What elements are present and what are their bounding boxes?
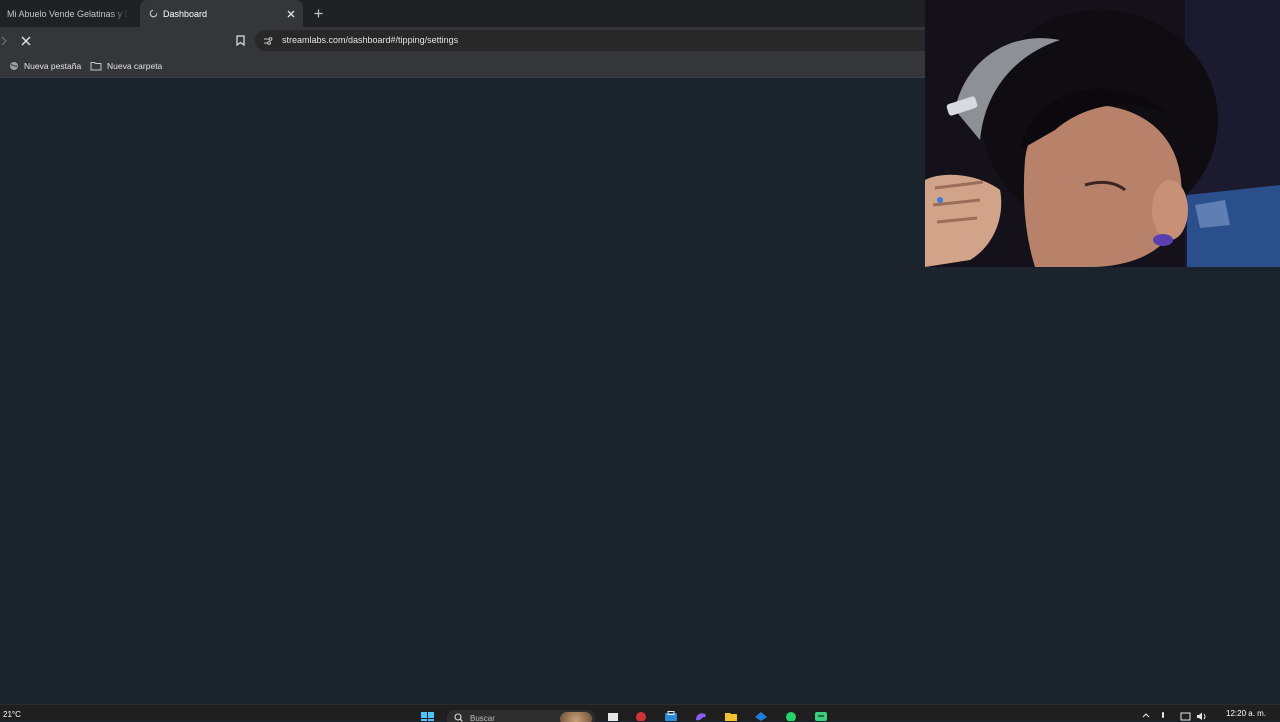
bookmark-label: Nueva carpeta: [107, 60, 163, 71]
search-icon: [454, 713, 463, 722]
close-tab-icon[interactable]: [284, 7, 297, 20]
webcam-overlay: [925, 0, 1280, 267]
bookmark-nueva-pestana[interactable]: Nueva pestaña: [9, 59, 81, 72]
tab-label: Mi Abuelo Vende Gelatinas y Dro: [7, 8, 129, 19]
bookmark-label: Nueva pestaña: [24, 60, 82, 71]
chevron-up-icon[interactable]: [1142, 711, 1152, 719]
url-text[interactable]: streamlabs.com/dashboard#/tipping/settin…: [282, 35, 458, 45]
search-highlight-image: [560, 712, 592, 722]
globe-icon: [9, 61, 19, 71]
site-settings-icon[interactable]: [262, 34, 274, 47]
tab-mi-abuelo[interactable]: Mi Abuelo Vende Gelatinas y Dro: [0, 0, 132, 27]
clock[interactable]: 12:20 a. m.: [1226, 709, 1266, 718]
folder-icon: [90, 61, 102, 71]
forward-icon[interactable]: [1, 34, 9, 47]
plus-icon[interactable]: [312, 7, 325, 20]
browser-toolbar: streamlabs.com/dashboard#/tipping/settin…: [0, 27, 925, 54]
stop-loading-icon[interactable]: [19, 34, 32, 47]
tab-label: Dashboard: [163, 8, 208, 19]
loading-spinner-icon: [149, 9, 158, 18]
bookmark-icon[interactable]: [234, 34, 246, 47]
taskbar-search[interactable]: Buscar: [447, 710, 595, 722]
tab-dashboard[interactable]: Dashboard: [140, 0, 303, 27]
bookmark-nueva-carpeta[interactable]: Nueva carpeta: [90, 59, 162, 72]
tab-strip: Mi Abuelo Vende Gelatinas y Dro Dashboar…: [0, 0, 925, 27]
bookmarks-bar: Nueva pestaña Nueva carpeta: [0, 54, 925, 78]
taskbar: 21°C Buscar 12:20 a. m.: [0, 704, 1280, 722]
search-placeholder: Buscar: [470, 714, 495, 722]
address-bar[interactable]: streamlabs.com/dashboard#/tipping/settin…: [255, 30, 925, 51]
weather-widget[interactable]: 21°C: [3, 710, 21, 719]
webcam-feed: [925, 0, 1280, 267]
